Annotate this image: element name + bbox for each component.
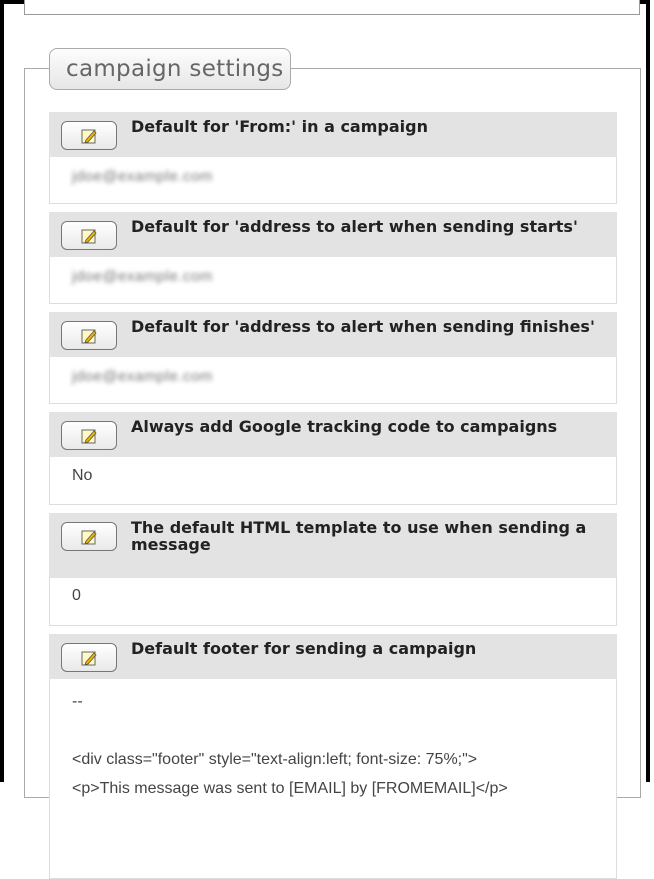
edit-icon bbox=[81, 530, 97, 545]
setting-header: The default HTML template to use when se… bbox=[49, 513, 617, 578]
edit-button[interactable] bbox=[61, 421, 117, 450]
setting-title: Default for 'From:' in a campaign bbox=[131, 117, 428, 136]
setting-value-text: 0 bbox=[72, 587, 81, 604]
edit-button[interactable] bbox=[61, 321, 117, 350]
setting-title: Default footer for sending a campaign bbox=[131, 639, 477, 658]
section-legend: campaign settings bbox=[49, 48, 291, 90]
edit-icon bbox=[81, 129, 97, 144]
edit-icon bbox=[81, 329, 97, 344]
setting-header: Default for 'address to alert when sendi… bbox=[49, 212, 617, 257]
setting-header: Default footer for sending a campaign bbox=[49, 634, 617, 679]
setting-value-text: jdoe@example.com bbox=[72, 268, 213, 285]
setting-google-tracking: Always add Google tracking code to campa… bbox=[49, 412, 617, 505]
edit-button[interactable] bbox=[61, 643, 117, 672]
edit-icon bbox=[81, 229, 97, 244]
setting-header: Always add Google tracking code to campa… bbox=[49, 412, 617, 457]
footer-line: -- bbox=[72, 693, 83, 710]
setting-title: The default HTML template to use when se… bbox=[131, 518, 587, 554]
setting-alert-start: Default for 'address to alert when sendi… bbox=[49, 212, 617, 304]
setting-value: No bbox=[49, 457, 617, 505]
setting-value: 0 bbox=[49, 578, 617, 626]
setting-value: -- <div class="footer" style="text-align… bbox=[49, 679, 617, 879]
setting-from: Default for 'From:' in a campaign jdoe@e… bbox=[49, 112, 617, 204]
setting-header: Default for 'From:' in a campaign bbox=[49, 112, 617, 157]
setting-value: jdoe@example.com bbox=[49, 257, 617, 304]
setting-value: jdoe@example.com bbox=[49, 357, 617, 404]
setting-title: Default for 'address to alert when sendi… bbox=[131, 317, 595, 336]
setting-title: Always add Google tracking code to campa… bbox=[131, 417, 558, 436]
edit-button[interactable] bbox=[61, 522, 117, 551]
edit-button[interactable] bbox=[61, 121, 117, 150]
setting-header: Default for 'address to alert when sendi… bbox=[49, 312, 617, 357]
footer-line: <p>This message was sent to [EMAIL] by [… bbox=[72, 780, 508, 797]
edit-icon bbox=[81, 651, 97, 666]
setting-title: Default for 'address to alert when sendi… bbox=[131, 217, 578, 236]
edit-button[interactable] bbox=[61, 221, 117, 250]
footer-line bbox=[72, 716, 594, 745]
footer-line: <div class="footer" style="text-align:le… bbox=[72, 751, 478, 768]
setting-alert-finish: Default for 'address to alert when sendi… bbox=[49, 312, 617, 404]
edit-icon bbox=[81, 429, 97, 444]
setting-footer: Default footer for sending a campaign --… bbox=[49, 634, 617, 879]
previous-panel bbox=[24, 0, 640, 15]
setting-value-text: jdoe@example.com bbox=[72, 168, 213, 185]
setting-value: jdoe@example.com bbox=[49, 157, 617, 204]
setting-value-text: No bbox=[72, 467, 93, 484]
setting-html-template: The default HTML template to use when se… bbox=[49, 513, 617, 626]
setting-value-text: jdoe@example.com bbox=[72, 368, 213, 385]
